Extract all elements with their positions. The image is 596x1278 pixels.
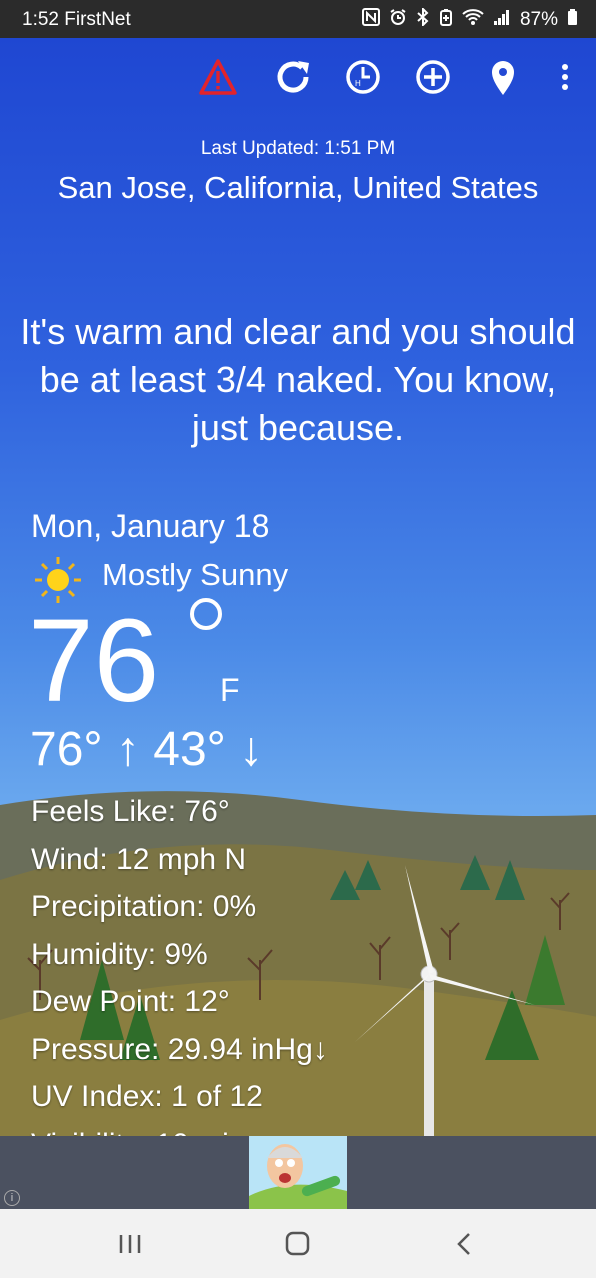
nfc-icon	[361, 8, 380, 31]
ad-info-icon[interactable]: i	[4, 1190, 20, 1206]
wifi-icon	[462, 8, 484, 31]
condition-label: Mostly Sunny	[102, 557, 289, 592]
battery-icon	[567, 8, 578, 31]
last-updated: Last Updated: 1:51 PM	[200, 138, 396, 159]
ad-banner[interactable]: i	[0, 1136, 596, 1209]
high-low-temperature: 76° ↑ 43° ↓	[30, 723, 264, 776]
alert-icon[interactable]	[196, 55, 240, 99]
status-carrier: FirstNet	[64, 9, 131, 30]
wind: Wind: 12 mph N	[31, 842, 247, 876]
humidity: Humidity: 9%	[31, 937, 208, 971]
location-title[interactable]: San Jose, California, United States	[0, 170, 596, 206]
dew-point: Dew Point: 12°	[31, 985, 230, 1018]
history-icon[interactable]: H	[341, 55, 385, 99]
navigation-bar	[0, 1209, 596, 1278]
battery-saver-icon	[439, 8, 453, 31]
temperature-unit: F	[220, 672, 240, 708]
current-temperature: 76	[28, 595, 160, 727]
weather-details: Feels Like: 76° Wind: 12 mph N Precipita…	[31, 788, 328, 1168]
add-location-icon[interactable]	[411, 55, 455, 99]
svg-text:H: H	[355, 79, 361, 88]
signal-icon	[493, 8, 511, 31]
forecast-date: Mon, January 18	[31, 508, 270, 544]
recents-icon[interactable]	[111, 1229, 151, 1259]
toolbar: H	[0, 55, 596, 101]
alarm-icon	[389, 8, 407, 31]
status-bar: 1:52 FirstNet 87%	[0, 0, 596, 38]
back-icon[interactable]	[446, 1229, 486, 1259]
bluetooth-icon	[416, 6, 430, 31]
ad-image[interactable]	[249, 1136, 347, 1209]
battery-percent: 87%	[519, 8, 558, 30]
degree-symbol	[190, 598, 222, 630]
weather-message: It's warm and clear and you should be at…	[20, 311, 576, 448]
pressure: Pressure: 29.94 inHg↓	[31, 1032, 328, 1066]
refresh-icon[interactable]	[271, 55, 315, 99]
uv-index: UV Index: 1 of 12	[31, 1080, 263, 1113]
status-time: 1:52	[22, 9, 59, 30]
feels-like: Feels Like: 76°	[31, 795, 230, 828]
precipitation: Precipitation: 0%	[31, 890, 257, 923]
more-menu-icon[interactable]	[543, 55, 583, 99]
home-icon[interactable]	[278, 1229, 318, 1259]
location-pin-icon[interactable]	[481, 55, 525, 99]
